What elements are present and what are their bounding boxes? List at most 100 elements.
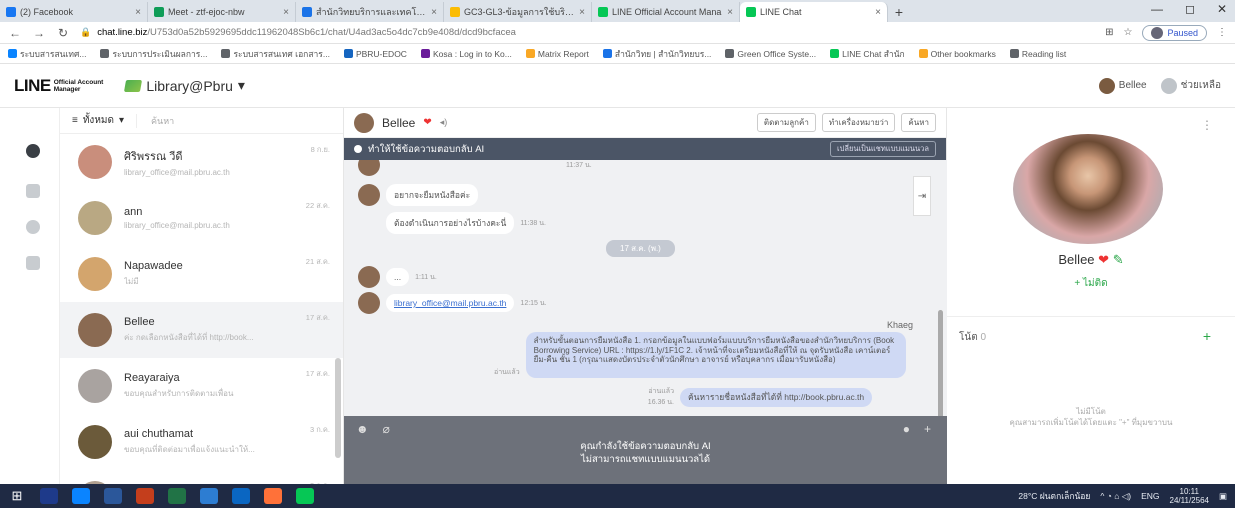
message-scrollbar[interactable]: [938, 310, 943, 416]
taskbar-app-icon[interactable]: [136, 488, 154, 504]
ai-icon: [354, 145, 362, 153]
tab-close-icon[interactable]: ×: [431, 7, 437, 18]
start-icon[interactable]: ⊞: [8, 488, 26, 504]
chat-icon[interactable]: [26, 144, 40, 158]
account-icon: [124, 79, 143, 92]
taskbar-app-icon[interactable]: [72, 488, 90, 504]
lock-icon: 🔒: [80, 27, 92, 37]
contact-name: Bellee: [382, 115, 416, 130]
settings-icon[interactable]: [26, 256, 40, 270]
chat-preview: ค่ะ กดเลือกหนังสือที่ได้ที่ http://book.…: [124, 333, 254, 342]
bookmark-item[interactable]: Reading list: [1009, 49, 1066, 59]
follow-button[interactable]: + ไม่ติด: [947, 276, 1235, 291]
bookmark-item[interactable]: ระบบการประเมินผลการ...: [100, 47, 207, 61]
sender-avatar: [358, 160, 380, 176]
chat-list-item[interactable]: Napawadee ไม่มี 21 ส.ค.: [60, 246, 343, 302]
bookmark-item[interactable]: Other bookmarks: [918, 49, 996, 59]
tab-label: LINE Chat: [760, 7, 802, 17]
chat-list-scrollbar[interactable]: [335, 358, 341, 458]
bookmark-item[interactable]: Kosa : Log in to Ko...: [420, 49, 512, 59]
emoji-icon[interactable]: ☻: [356, 422, 369, 436]
browser-tab[interactable]: LINE Official Account Mana ×: [592, 2, 740, 22]
tab-close-icon[interactable]: ×: [875, 7, 881, 18]
star-icon[interactable]: ☆: [1124, 27, 1133, 38]
chat-list-item[interactable]: ศิริพรรณ วีดี library_office@mail.pbru.ac…: [60, 134, 343, 190]
edit-icon[interactable]: ✎: [1113, 252, 1124, 267]
line-oa-logo[interactable]: LINE Official Account Manager: [14, 76, 103, 96]
back-icon[interactable]: ←: [8, 26, 22, 40]
bookmark-item[interactable]: LINE Chat สำนัก: [830, 47, 905, 61]
bookmark-item[interactable]: ระบบสารสนเทศ เอกสาร...: [221, 47, 330, 61]
extensions-icon[interactable]: ⊞: [1105, 27, 1113, 38]
contact-avatar[interactable]: [354, 112, 374, 133]
tab-close-icon[interactable]: ×: [135, 7, 141, 18]
chat-bubble-icon[interactable]: ●: [903, 422, 910, 436]
profile-button[interactable]: Paused: [1142, 24, 1207, 41]
url-field[interactable]: 🔒 chat.line.biz/U753d0a52b5929695ddc1196…: [80, 27, 1095, 38]
mute-icon[interactable]: ◂): [440, 117, 448, 128]
mark-button[interactable]: ทำเครื่องหมายว่า: [821, 113, 896, 132]
email-link[interactable]: library_office@mail.pbru.ac.th: [386, 294, 515, 312]
scroll-bottom-button[interactable]: ⇥: [913, 176, 931, 216]
chat-search-input[interactable]: ค้นหา: [136, 113, 174, 128]
close-window-icon[interactable]: ✕: [1217, 2, 1227, 16]
taskbar-app-icon[interactable]: [296, 488, 314, 504]
account-switcher[interactable]: Library@Pbru ▾: [124, 77, 245, 94]
taskbar-app-icon[interactable]: [104, 488, 122, 504]
message-row: ... 1:11 น.: [358, 266, 437, 288]
bookmark-item[interactable]: Matrix Report: [525, 49, 589, 59]
maximize-icon[interactable]: ◻: [1185, 2, 1195, 16]
chat-list-item[interactable]: Chutikarn mild3 ก.ค.: [60, 470, 343, 484]
chat-list-item[interactable]: ann library_office@mail.pbru.ac.th 22 ส.ค.: [60, 190, 343, 246]
language-indicator[interactable]: ENG: [1141, 491, 1159, 501]
clock[interactable]: 10:11 24/11/2564: [1170, 487, 1209, 505]
add-icon[interactable]: +: [924, 422, 931, 436]
taskbar-app-icon[interactable]: [264, 488, 282, 504]
message-row: อยากจะยืมหนังสือค่ะ: [358, 184, 479, 206]
chat-list-item[interactable]: aui chuthamat ขอบคุณที่ติดต่อมาเพื่อแจ้งแ…: [60, 414, 343, 470]
notification-icon[interactable]: ▣: [1219, 491, 1227, 502]
tab-close-icon[interactable]: ×: [727, 7, 733, 18]
browser-tab[interactable]: สำนักวิทยบริการและเทคโนโลยีสารสนเทศ×: [296, 2, 444, 22]
user-menu[interactable]: Bellee: [1098, 77, 1147, 94]
taskbar-app-icon[interactable]: [40, 488, 58, 504]
help-icon: [1160, 77, 1177, 94]
menu-icon[interactable]: ⋮: [1217, 27, 1227, 38]
bookmark-item[interactable]: สำนักวิทย | สำนักวิทยบร...: [602, 47, 711, 61]
chat-filter[interactable]: ≡ ทั้งหมด ▾: [72, 113, 124, 128]
browser-tab[interactable]: GC3-GL3-ข้อมูลการใช้บริการ ×: [444, 2, 592, 22]
browser-tab[interactable]: Meet - ztf-ejoc-nbw ×: [148, 2, 296, 22]
bookmark-label: ระบบสารสนเทศ เอกสาร...: [233, 48, 330, 59]
contacts-icon[interactable]: [26, 184, 40, 198]
taskbar-app-icon[interactable]: [200, 488, 218, 504]
help-link[interactable]: ช่วยเหลือ: [1160, 77, 1221, 94]
bookmark-item[interactable]: ระบบสารสนเทศ...: [8, 47, 86, 61]
chat-list-item[interactable]: Reayaraiya ขอบคุณสำหรับการติดตามเพื่อน 17 …: [60, 358, 343, 414]
reload-icon[interactable]: ↻: [56, 26, 70, 40]
chat-header: Bellee ❤ ◂) ติดตามลูกค้า ทำเครื่องหมายว่…: [344, 108, 946, 138]
tags-icon[interactable]: [26, 220, 40, 234]
bookmark-item[interactable]: PBRU-EDOC: [343, 49, 407, 59]
browser-tab[interactable]: LINE Chat ×: [740, 2, 888, 22]
switch-manual-button[interactable]: เปลี่ยนเป็นแชทแบบแมนนวล: [830, 141, 936, 157]
search-chat-button[interactable]: ค้นหา: [901, 113, 936, 132]
tab-close-icon[interactable]: ×: [579, 7, 585, 18]
taskbar-app-icon[interactable]: [232, 488, 250, 504]
avatar: [78, 369, 112, 403]
chat-list-item[interactable]: Bellee ค่ะ กดเลือกหนังสือที่ได้ที่ http:/…: [60, 302, 343, 358]
weather-widget[interactable]: 28°C ฝนตกเล็กน้อย: [1018, 489, 1090, 503]
forward-icon[interactable]: →: [32, 26, 46, 40]
attachment-icon[interactable]: ⌀: [383, 422, 390, 436]
follow-up-button[interactable]: ติดตามลูกค้า: [756, 113, 816, 132]
minimize-icon[interactable]: —: [1151, 2, 1163, 16]
browser-tab[interactable]: (2) Facebook ×: [0, 2, 148, 22]
more-icon[interactable]: ⋮: [1201, 118, 1213, 132]
tray-icons[interactable]: ^ ◔ ⌂ ◁): [1100, 491, 1131, 502]
bookmark-icon: [830, 49, 840, 58]
new-tab-button[interactable]: +: [888, 2, 910, 22]
bookmark-item[interactable]: Green Office Syste...: [725, 49, 816, 59]
tab-close-icon[interactable]: ×: [283, 7, 289, 18]
taskbar-app-icon[interactable]: [168, 488, 186, 504]
chat-time: 3 ก.ค.: [310, 425, 330, 434]
add-note-icon[interactable]: +: [1203, 328, 1211, 344]
